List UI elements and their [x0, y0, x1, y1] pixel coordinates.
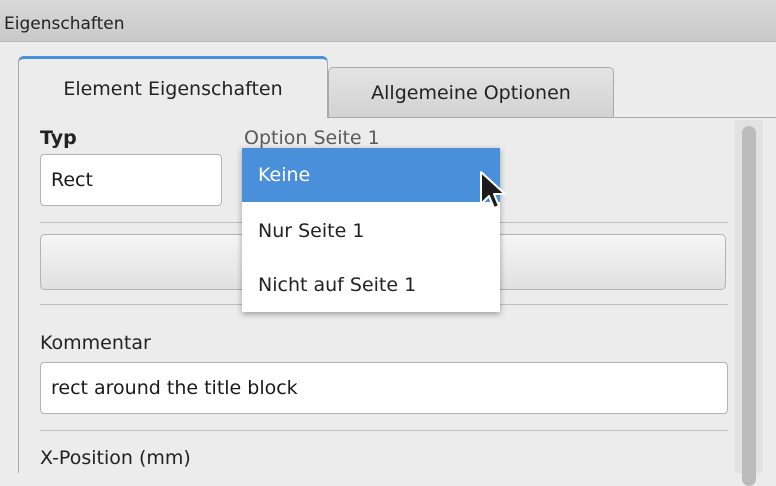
typ-field[interactable]: Rect [40, 154, 222, 206]
option-seite-1-dropdown[interactable]: Keine Nur Seite 1 Nicht auf Seite 1 [242, 148, 500, 312]
dropdown-option-label: Nur Seite 1 [258, 220, 365, 242]
dropdown-option-keine[interactable]: Keine [242, 148, 500, 202]
tab-label: Element Eigenschaften [63, 77, 283, 100]
scrollbar-thumb[interactable] [742, 126, 756, 486]
kommentar-label: Kommentar [40, 332, 151, 354]
mouse-pointer-icon [480, 171, 506, 209]
dropdown-option-nur-seite-1[interactable]: Nur Seite 1 [242, 204, 500, 258]
vertical-scrollbar[interactable] [735, 120, 763, 486]
tab-element-eigenschaften[interactable]: Element Eigenschaften [18, 56, 328, 118]
typ-value: Rect [51, 169, 93, 191]
typ-label: Typ [40, 127, 77, 149]
separator [40, 430, 728, 431]
tab-label: Allgemeine Optionen [371, 81, 571, 104]
kommentar-input[interactable]: rect around the title block [40, 362, 728, 414]
x-position-label: X-Position (mm) [40, 447, 191, 469]
option-seite-1-label: Option Seite 1 [244, 127, 380, 149]
dropdown-option-label: Nicht auf Seite 1 [258, 274, 417, 296]
panel-title-bar: Eigenschaften [0, 0, 776, 42]
dropdown-option-nicht-auf-seite-1[interactable]: Nicht auf Seite 1 [242, 258, 500, 312]
dropdown-option-label: Keine [258, 164, 311, 186]
panel-title: Eigenschaften [4, 14, 125, 34]
kommentar-value: rect around the title block [51, 377, 298, 399]
tab-allgemeine-optionen[interactable]: Allgemeine Optionen [328, 67, 614, 117]
